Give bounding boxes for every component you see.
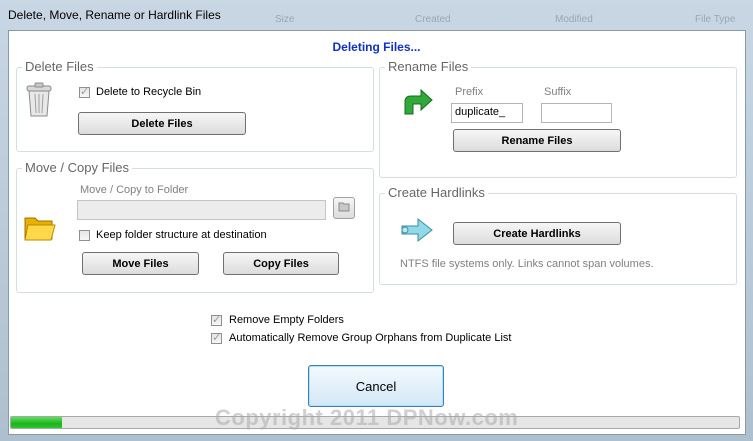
cancel-button[interactable]: Cancel: [308, 365, 444, 407]
delete-files-group: [16, 67, 374, 152]
remove-group-orphans-checkbox[interactable]: [211, 331, 222, 344]
copy-files-button[interactable]: Copy Files: [223, 252, 339, 275]
trash-can-icon: [25, 82, 53, 121]
rename-arrow-icon: [399, 88, 433, 121]
delete-files-group-label: Delete Files: [22, 59, 97, 74]
remove-empty-folders-checkbox[interactable]: [211, 313, 222, 326]
copyright-watermark: Copyright 2011 DPNow.com: [215, 405, 519, 430]
title-bar[interactable]: Delete, Move, Rename or Hardlink Files S…: [0, 0, 753, 30]
window-title: Delete, Move, Rename or Hardlink Files: [8, 8, 221, 22]
move-copy-folder-input[interactable]: [77, 200, 326, 220]
move-copy-files-group-label: Move / Copy Files: [22, 160, 133, 175]
background-column-file-type: File Type: [695, 14, 736, 25]
prefix-input[interactable]: duplicate_: [451, 103, 523, 123]
remove-group-orphans-label: Automatically Remove Group Orphans from …: [229, 332, 512, 344]
delete-to-recycle-bin-label: Delete to Recycle Bin: [96, 86, 202, 98]
keep-folder-structure-checkbox[interactable]: [79, 230, 90, 241]
create-hardlinks-group-label: Create Hardlinks: [385, 185, 488, 200]
browse-folder-icon: [338, 201, 350, 215]
delete-files-button[interactable]: Delete Files: [78, 112, 246, 135]
status-text: Deleting Files...: [332, 40, 421, 54]
window-frame: Delete, Move, Rename or Hardlink Files S…: [0, 0, 753, 441]
background-column-modified: Modified: [555, 14, 593, 25]
rename-files-button[interactable]: Rename Files: [453, 129, 621, 152]
move-files-button[interactable]: Move Files: [82, 252, 199, 275]
keep-folder-structure-label: Keep folder structure at destination: [96, 229, 267, 241]
suffix-label: Suffix: [544, 86, 572, 98]
background-column-created: Created: [415, 14, 451, 25]
hardlink-arrow-icon: [400, 217, 434, 246]
move-copy-folder-label: Move / Copy to Folder: [80, 184, 189, 196]
progress-fill: [11, 417, 62, 428]
folder-icon: [24, 214, 56, 245]
background-column-size: Size: [275, 14, 295, 25]
remove-empty-folders-label: Remove Empty Folders: [229, 314, 344, 326]
create-hardlinks-button[interactable]: Create Hardlinks: [453, 222, 621, 245]
delete-to-recycle-bin-checkbox[interactable]: [79, 85, 90, 98]
browse-folder-button[interactable]: [333, 197, 355, 219]
prefix-label: Prefix: [455, 86, 484, 98]
rename-files-group-label: Rename Files: [385, 59, 472, 74]
hardlinks-note: NTFS file systems only. Links cannot spa…: [400, 258, 654, 270]
suffix-input[interactable]: [541, 103, 612, 123]
